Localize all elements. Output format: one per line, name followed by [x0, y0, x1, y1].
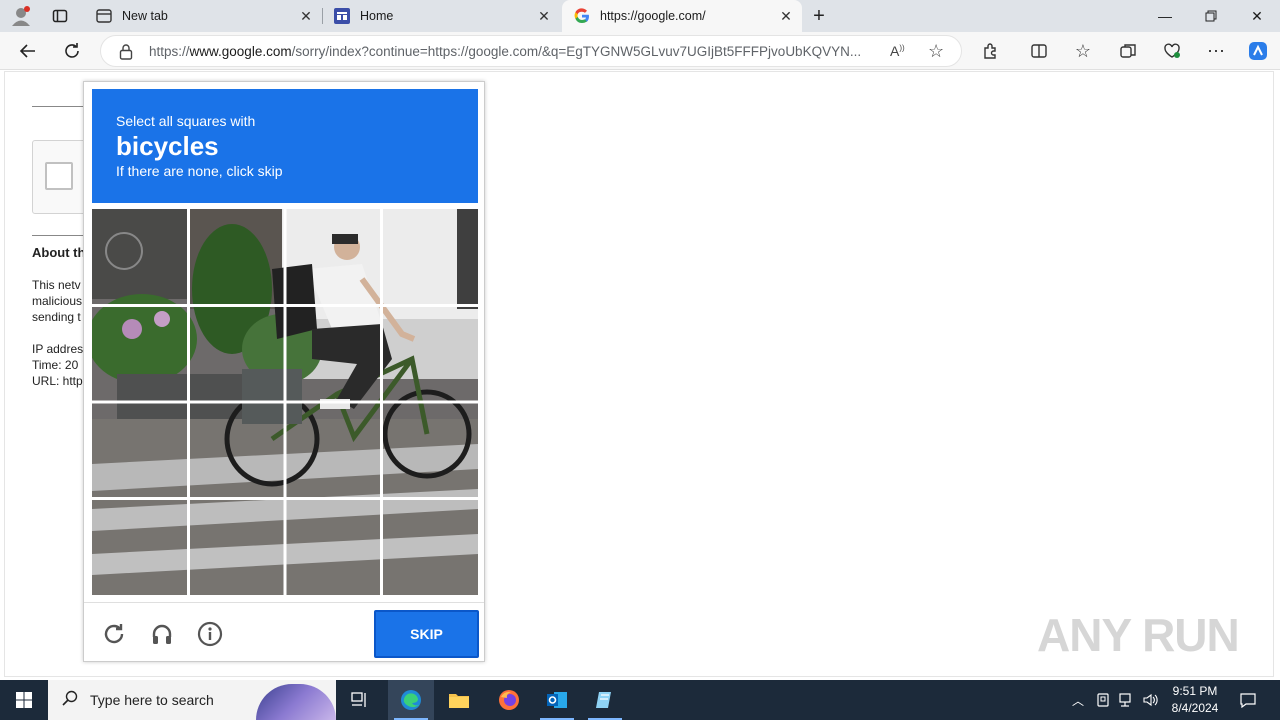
collections-icon[interactable] — [1114, 37, 1142, 65]
tab-google[interactable]: https://google.com/ ✕ — [562, 0, 802, 32]
tab-label: New tab — [122, 9, 168, 23]
device-icon[interactable] — [1092, 680, 1114, 720]
browser-essentials-icon[interactable] — [1158, 37, 1186, 65]
more-menu-icon[interactable]: ⋯ — [1202, 37, 1230, 65]
newtab-icon — [96, 8, 112, 24]
reload-challenge-icon[interactable] — [101, 621, 127, 647]
url-text[interactable]: https://www.google.com/sorry/index?conti… — [149, 44, 879, 59]
new-tab-button[interactable]: + — [808, 4, 830, 28]
captcha-tile[interactable] — [286, 209, 381, 304]
captcha-instructions: Select all squares with bicycles If ther… — [92, 89, 478, 203]
captcha-tile[interactable] — [189, 403, 284, 498]
tab-label: Home — [360, 9, 394, 23]
captcha-tile[interactable] — [92, 403, 187, 498]
tab-new-tab[interactable]: New tab ✕ — [84, 0, 322, 32]
start-windows-icon[interactable] — [0, 680, 48, 720]
body-line: IP addres — [32, 342, 84, 356]
tab-label: https://google.com/ — [600, 9, 706, 23]
profile-icon[interactable] — [8, 4, 34, 28]
outlook-icon[interactable] — [534, 680, 580, 720]
divider — [32, 235, 87, 236]
refresh-icon[interactable] — [58, 37, 86, 65]
tab-home[interactable]: Home ✕ — [322, 0, 560, 32]
browser-toolbar: https://www.google.com/sorry/index?conti… — [0, 32, 1280, 70]
close-window-button[interactable]: ✕ — [1234, 0, 1280, 32]
target-object: bicycles — [116, 131, 219, 161]
clock-time: 9:51 PM — [1172, 684, 1218, 698]
about-heading: About th — [32, 245, 86, 260]
read-aloud-icon[interactable]: A)) — [890, 43, 905, 59]
captcha-tile[interactable] — [383, 403, 478, 498]
anyrun-watermark: ANY RUN — [1037, 609, 1240, 661]
search-icon — [62, 690, 78, 711]
captcha-tile[interactable] — [286, 403, 381, 498]
address-bar[interactable]: https://www.google.com/sorry/index?conti… — [100, 35, 962, 67]
clock-date: 8/4/2024 — [1171, 701, 1219, 715]
lock-icon[interactable] — [119, 44, 133, 65]
captcha-tile[interactable] — [92, 500, 187, 595]
favorite-star-icon[interactable]: ☆ — [928, 41, 944, 62]
file-explorer-icon[interactable] — [436, 680, 482, 720]
captcha-tile[interactable] — [286, 306, 381, 401]
instruction-hint: If there are none, click skip — [116, 163, 283, 179]
captcha-tile[interactable] — [383, 500, 478, 595]
captcha-tile[interactable] — [189, 209, 284, 304]
extensions-icon[interactable] — [977, 37, 1005, 65]
body-line: Time: 20 — [32, 358, 79, 372]
captcha-tile[interactable] — [383, 209, 478, 304]
close-tab-icon[interactable]: ✕ — [778, 8, 794, 24]
body-line: malicious — [32, 294, 83, 308]
body-line: URL: http — [32, 374, 83, 388]
tab-actions-icon[interactable] — [50, 6, 70, 26]
tab-strip: New tab ✕ Home ✕ https://google.com/ ✕ +… — [0, 0, 1280, 32]
info-icon[interactable] — [197, 621, 223, 647]
instruction-line: Select all squares with — [116, 113, 256, 129]
captcha-tile[interactable] — [383, 306, 478, 401]
home-site-icon — [334, 8, 350, 24]
audio-challenge-icon[interactable] — [149, 621, 175, 647]
copilot-icon[interactable] — [1244, 37, 1272, 65]
body-line: This netv — [32, 278, 81, 292]
notifications-icon[interactable] — [1234, 680, 1262, 720]
captcha-challenge: Select all squares with bicycles If ther… — [83, 81, 485, 662]
close-tab-icon[interactable]: ✕ — [298, 8, 314, 24]
google-icon — [574, 8, 590, 24]
firefox-icon[interactable] — [486, 680, 532, 720]
minimize-button[interactable]: — — [1142, 0, 1188, 32]
notepad-icon[interactable] — [582, 680, 628, 720]
captcha-tile[interactable] — [189, 500, 284, 595]
search-placeholder: Type here to search — [90, 692, 214, 708]
back-arrow-icon[interactable] — [14, 37, 42, 65]
taskbar: Type here to search ︿ 9:51 PM 8/4/2024 — [0, 680, 1280, 720]
captcha-footer: SKIP — [84, 602, 484, 662]
captcha-image-grid — [92, 209, 478, 595]
restore-button[interactable] — [1188, 0, 1234, 32]
network-icon[interactable] — [1116, 680, 1138, 720]
split-screen-icon[interactable] — [1025, 37, 1053, 65]
favorites-icon[interactable]: ☆ — [1069, 37, 1097, 65]
close-tab-icon[interactable]: ✕ — [536, 8, 552, 24]
captcha-tile[interactable] — [286, 500, 381, 595]
captcha-tile[interactable] — [92, 306, 187, 401]
edge-taskbar-icon[interactable] — [388, 680, 434, 720]
search-highlight-image — [256, 684, 336, 720]
taskbar-search[interactable]: Type here to search — [48, 680, 336, 720]
captcha-tile[interactable] — [189, 306, 284, 401]
captcha-tile[interactable] — [92, 209, 187, 304]
body-line: sending t — [32, 310, 81, 324]
taskbar-clock[interactable]: 9:51 PM 8/4/2024 — [1160, 683, 1230, 717]
divider — [32, 106, 87, 107]
skip-button[interactable]: SKIP — [374, 610, 479, 658]
recaptcha-checkbox[interactable] — [45, 162, 73, 190]
volume-icon[interactable] — [1140, 680, 1162, 720]
show-hidden-icons-icon[interactable]: ︿ — [1068, 680, 1088, 720]
task-view-icon[interactable] — [340, 680, 380, 720]
